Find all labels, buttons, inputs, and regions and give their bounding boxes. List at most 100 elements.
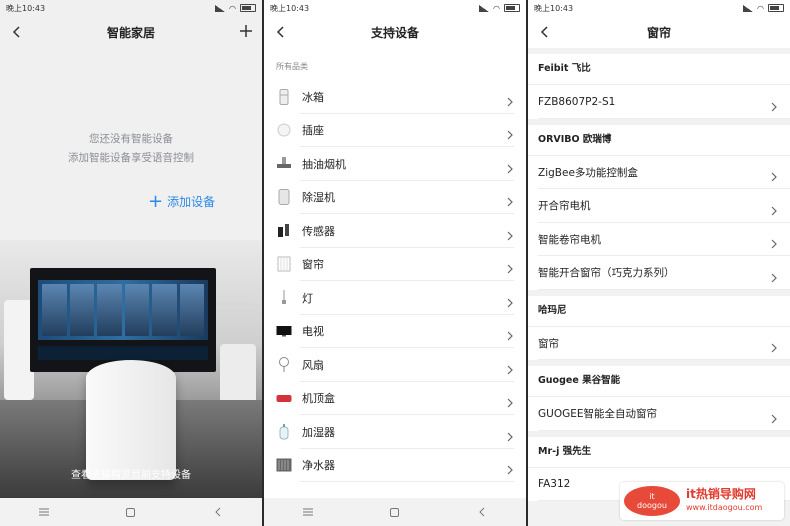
page-title: 支持设备 [370, 25, 419, 40]
device-item[interactable]: 智能开合窗帘（巧克力系列） [528, 256, 790, 290]
chevron-right-icon [770, 201, 778, 216]
watermark-logo-bottom: doogou [637, 501, 667, 510]
humidifier-icon [276, 423, 292, 440]
empty-line-1: 您还没有智能设备 [89, 133, 173, 145]
status-icons: ◠ [743, 4, 784, 13]
back-icon[interactable] [10, 24, 24, 40]
nav-bar [0, 498, 262, 526]
brand-list: Feibit 飞比 FZB8607P2-S1 ORVIBO 欧瑞博 ZigBee多功能… [528, 54, 790, 501]
signal-icon [479, 4, 490, 12]
status-time: 晚上10:43 [6, 3, 46, 13]
status-bar: 晚上10:43 ◠ [264, 0, 526, 16]
device-item[interactable]: 开合帘电机 [528, 189, 790, 223]
chevron-right-icon [770, 234, 778, 249]
category-label: 抽油烟机 [302, 157, 346, 171]
status-bar: 晚上10:43 ◠ [528, 0, 790, 16]
chevron-right-icon [506, 125, 514, 140]
category-item[interactable]: 抽油烟机 [264, 147, 526, 181]
category-item[interactable]: 加湿器 [264, 415, 526, 449]
living-room-image [0, 240, 262, 498]
category-item[interactable]: 灯 [264, 281, 526, 315]
device-label: GUOGEE智能全自动窗帘 [538, 408, 657, 421]
chevron-right-icon [770, 97, 778, 112]
chevron-right-icon [506, 293, 514, 308]
dehumidifier-icon [276, 189, 292, 206]
device-item[interactable]: FZB8607P2-S1 [528, 85, 790, 119]
chevron-right-icon [506, 427, 514, 442]
battery-icon [240, 4, 256, 12]
page-title: 智能家居 [106, 25, 155, 40]
menu-icon[interactable] [296, 504, 320, 520]
chevron-right-icon [506, 259, 514, 274]
wifi-icon: ◠ [757, 3, 764, 13]
chevron-right-icon [506, 226, 514, 241]
category-item[interactable]: 插座 [264, 114, 526, 148]
category-item[interactable]: 窗帘 [264, 248, 526, 282]
watermark-url: www.itdaogou.com [686, 503, 763, 512]
category-label: 电视 [302, 325, 324, 339]
chevron-right-icon [506, 460, 514, 475]
device-label: 智能卷帘电机 [538, 233, 601, 246]
home-icon[interactable] [383, 504, 407, 520]
category-item[interactable]: 风扇 [264, 348, 526, 382]
device-item[interactable]: GUOGEE智能全自动窗帘 [528, 397, 790, 431]
category-item[interactable]: 机顶盒 [264, 382, 526, 416]
chevron-right-icon [770, 268, 778, 283]
wifi-icon: ◠ [229, 3, 236, 13]
phone-curtain-brands: 晚上10:43 ◠ 窗帘 Feibit 飞比 FZB8607P2-S1 ORVIBO… [528, 0, 790, 526]
chevron-right-icon [506, 326, 514, 341]
status-icons: ◠ [215, 4, 256, 13]
category-label: 冰箱 [302, 90, 324, 104]
category-label: 灯 [302, 291, 313, 305]
back-icon[interactable] [274, 24, 288, 40]
chevron-right-icon [770, 167, 778, 182]
watermark-logo-top: it [649, 492, 655, 501]
category-item[interactable]: 净水器 [264, 449, 526, 483]
device-label: FZB8607P2-S1 [538, 95, 616, 108]
category-label: 插座 [302, 124, 324, 138]
category-item[interactable]: 除湿机 [264, 181, 526, 215]
brand-header: Mr-j 强先生 [528, 436, 790, 468]
supported-devices-link[interactable]: 查看天猫精灵目前支持设备 [0, 466, 262, 481]
device-label: 智能开合窗帘（巧克力系列） [538, 267, 675, 280]
page-title: 窗帘 [646, 25, 671, 40]
device-item[interactable]: 智能卷帘电机 [528, 222, 790, 256]
sensor-icon [276, 223, 292, 239]
chevron-right-icon [506, 192, 514, 207]
fan-icon [276, 356, 292, 373]
fridge-icon [276, 88, 292, 105]
signal-icon [215, 4, 226, 12]
category-label: 机顶盒 [302, 392, 335, 406]
top-bar: 支持设备 [264, 16, 526, 48]
back-icon[interactable] [538, 24, 552, 40]
top-bar: 智能家居 [0, 16, 262, 48]
watermark-title: it热销导购网 [686, 487, 756, 501]
home-icon[interactable] [119, 504, 143, 520]
device-item[interactable]: ZigBee多功能控制盒 [528, 155, 790, 189]
brand-header: Feibit 飞比 [528, 54, 790, 85]
category-item[interactable]: 传感器 [264, 214, 526, 248]
top-bar: 窗帘 [528, 16, 790, 48]
section-label: 所有品类 [264, 54, 526, 80]
chevron-right-icon [506, 92, 514, 107]
back-nav-icon[interactable] [206, 504, 230, 520]
chevron-right-icon [770, 338, 778, 353]
add-device-button[interactable]: + 添加设备 [148, 192, 215, 210]
category-label: 传感器 [302, 224, 335, 238]
tmall-genie-device [86, 360, 176, 480]
watermark-badge: it doogou [624, 486, 680, 516]
status-icons: ◠ [479, 4, 520, 13]
category-label: 除湿机 [302, 191, 335, 205]
status-bar: 晚上10:43 ◠ [0, 0, 262, 16]
brand-header: ORVIBO 欧瑞博 [528, 124, 790, 156]
tv-image [30, 268, 216, 372]
category-item[interactable]: 电视 [264, 315, 526, 349]
water-purifier-icon [276, 457, 292, 473]
device-label: 开合帘电机 [538, 200, 591, 213]
menu-icon[interactable] [32, 504, 56, 520]
device-item[interactable]: 窗帘 [528, 326, 790, 360]
back-nav-icon[interactable] [470, 504, 494, 520]
add-icon[interactable] [238, 23, 254, 39]
brand-header: Guogee 果谷智能 [528, 366, 790, 397]
category-item[interactable]: 冰箱 [264, 80, 526, 114]
